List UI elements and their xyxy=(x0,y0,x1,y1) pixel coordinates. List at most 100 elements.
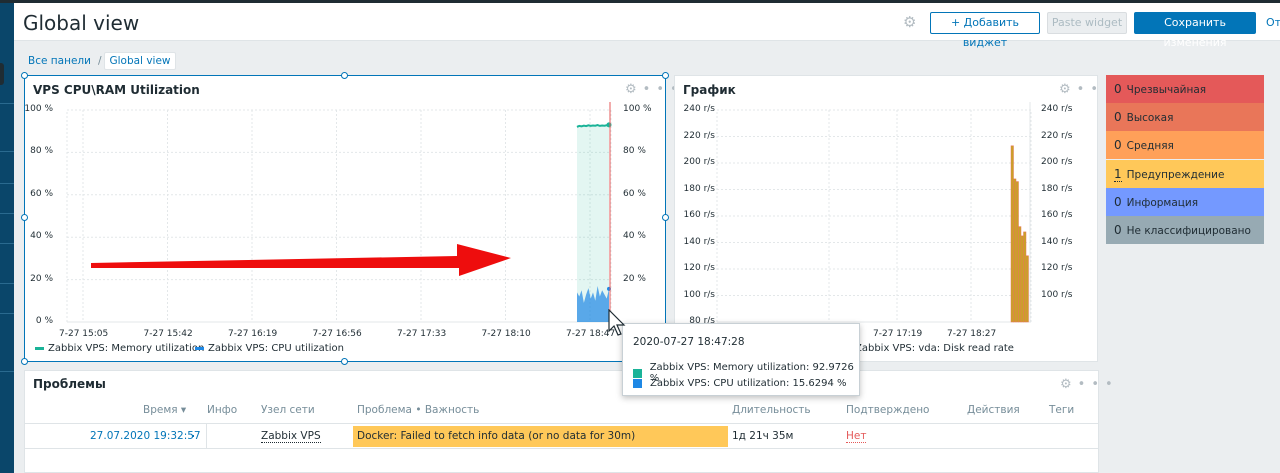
chart-tooltip: 2020-07-27 18:47:28 Zabbix VPS: Memory u… xyxy=(622,323,860,396)
y-tick-label: 220 r/s xyxy=(683,130,715,141)
severity-count[interactable]: 1 xyxy=(1114,166,1122,182)
page-header: Global view ⚙ + Добавить виджет Paste wi… xyxy=(14,3,1280,49)
column-host: Узел сети xyxy=(261,404,315,416)
disk-read-bar xyxy=(1020,235,1024,323)
cpu-ram-chart xyxy=(66,102,612,323)
disk-read-chart xyxy=(716,102,1032,323)
severity-row[interactable]: 0 Высокая xyxy=(1106,103,1264,132)
tooltip-swatch xyxy=(633,379,642,388)
column-ack: Подтверждено xyxy=(846,404,930,416)
breadcrumb-all-dashboards[interactable]: Все панели xyxy=(24,53,95,69)
severity-label: Чрезвычайная xyxy=(1126,84,1207,96)
problem-host[interactable]: Zabbix VPS xyxy=(261,430,321,443)
widget-problems[interactable]: Проблемы ⚙••• Время ▾ Инфо Узел сети Про… xyxy=(24,370,1113,473)
y-right-tick-label: 160 r/s xyxy=(1041,210,1073,220)
disk-read-bar xyxy=(1015,181,1019,323)
x-tick-label: 7-27 15:05 xyxy=(59,329,109,339)
widget-menu[interactable]: ⚙••• xyxy=(1060,377,1119,392)
gear-icon[interactable]: ⚙ xyxy=(1060,377,1078,392)
y-right-tick-label: 220 r/s xyxy=(1041,130,1073,141)
column-info: Инфо xyxy=(207,404,238,416)
resize-handle[interactable] xyxy=(341,72,348,79)
resize-handle[interactable] xyxy=(662,214,669,221)
legend-disk-read: Zabbix VPS: vda: Disk read rate xyxy=(855,343,1014,354)
y-right-tick-label: 140 r/s xyxy=(1041,236,1073,247)
column-actions: Действия xyxy=(967,404,1020,416)
severity-row[interactable]: 0 Информация xyxy=(1106,187,1264,216)
legend-swatch xyxy=(35,347,44,350)
resize-handle[interactable] xyxy=(341,358,348,365)
plot-area xyxy=(66,109,612,323)
y-tick-label: 80 % xyxy=(30,146,53,157)
severity-row[interactable]: 0 Чрезвычайная xyxy=(1106,75,1264,103)
legend-swatch xyxy=(195,347,204,350)
mouse-cursor-icon xyxy=(608,309,626,336)
y-right-tick-label: 20 % xyxy=(623,273,646,284)
resize-handle[interactable] xyxy=(21,72,28,79)
save-changes-button[interactable]: Сохранить изменения xyxy=(1134,12,1256,49)
add-widget-button[interactable]: + Добавить виджет xyxy=(930,12,1040,49)
y-tick-label: 40 % xyxy=(30,231,53,242)
disk-read-bar xyxy=(1010,145,1014,323)
tooltip-time: 2020-07-27 18:47:28 xyxy=(633,336,745,348)
sidebar-divider xyxy=(0,371,14,372)
y-right-tick-label: 200 r/s xyxy=(1041,157,1073,167)
red-arrow-annotation xyxy=(91,244,511,276)
resize-handle[interactable] xyxy=(21,358,28,365)
legend-label: Zabbix VPS: Memory utilization xyxy=(48,343,205,354)
sidebar-divider xyxy=(0,213,14,214)
sidebar-divider xyxy=(0,183,14,184)
disk-read-bar xyxy=(1023,231,1027,323)
severity-row[interactable]: 0 Средняя xyxy=(1106,131,1264,160)
more-icon[interactable]: ••• xyxy=(1078,377,1119,392)
page-title: Global view xyxy=(23,11,140,35)
severity-count: 0 xyxy=(1114,194,1122,209)
sidebar-toggle[interactable] xyxy=(0,63,4,85)
y-tick-label: 100 r/s xyxy=(683,289,715,300)
severity-label: Информация xyxy=(1126,196,1199,209)
problem-description[interactable]: Docker: Failed to fetch info data (or no… xyxy=(353,426,728,447)
widget-problems-by-severity: 0 Чрезвычайная 0 Высокая 0 Средняя 1 Предупрежд… xyxy=(1106,75,1264,244)
sidebar-divider xyxy=(0,151,14,152)
sidebar-divider xyxy=(0,313,14,314)
y-right-tick-label: 40 % xyxy=(623,231,646,242)
y-tick-label: 0 % xyxy=(35,316,53,326)
severity-row[interactable]: 0 Не классифицировано xyxy=(1106,216,1264,244)
legend-label: Zabbix VPS: vda: Disk read rate xyxy=(855,343,1014,354)
severity-label: Средняя xyxy=(1126,140,1174,153)
x-tick-label: 7-27 16:56 xyxy=(312,329,362,339)
sidebar-divider xyxy=(0,283,14,284)
table-row: 27.07.2020 19:32:57 Zabbix VPS Docker: F… xyxy=(25,423,1098,449)
breadcrumb-current[interactable]: Global view xyxy=(104,52,176,70)
x-tick-label: 7-27 16:19 xyxy=(228,329,278,339)
column-time[interactable]: Время ▾ xyxy=(143,404,186,416)
disk-read-bar xyxy=(1025,255,1029,323)
resize-handle[interactable] xyxy=(662,72,669,79)
y-tick-label: 180 r/s xyxy=(683,183,715,194)
tooltip-swatch xyxy=(633,368,642,378)
widget-title: Проблемы xyxy=(33,377,106,391)
y-tick-label: 20 % xyxy=(30,273,53,284)
cancel-link[interactable]: От xyxy=(1266,16,1280,29)
y-right-tick-label: 120 r/s xyxy=(1041,263,1073,273)
problem-ack[interactable]: Нет xyxy=(846,430,867,443)
problem-time[interactable]: 27.07.2020 19:32:57 xyxy=(90,430,201,442)
column-problem: Проблема • Важность xyxy=(357,404,480,416)
problem-duration: 1д 21ч 35м xyxy=(732,430,794,442)
x-tick-label: 7-27 18:10 xyxy=(481,329,531,339)
severity-count: 0 xyxy=(1114,223,1122,237)
resize-handle[interactable] xyxy=(21,214,28,221)
legend-memory: Zabbix VPS: Memory utilization xyxy=(35,343,204,354)
paste-widget-button[interactable]: Paste widget xyxy=(1047,12,1127,34)
gear-icon[interactable]: ⚙ xyxy=(903,15,916,30)
breadcrumb: Все панели / Global view xyxy=(24,51,176,71)
widget-cpu-ram[interactable]: VPS CPU\RAM Utilization ⚙••• 100 % 80 % 60… xyxy=(24,75,678,362)
severity-row[interactable]: 1 Предупреждение xyxy=(1106,159,1264,188)
tooltip-text: Zabbix VPS: CPU utilization: 15.6294 % xyxy=(650,378,847,389)
y-right-tick-label: 180 r/s xyxy=(1041,183,1073,194)
y-tick-label: 60 % xyxy=(30,188,53,199)
y-tick-label: 200 r/s xyxy=(683,157,715,167)
x-tick-label: 7-27 17:33 xyxy=(397,329,447,339)
y-tick-label: 240 r/s xyxy=(683,104,715,114)
widget-graph[interactable]: График ⚙••• 240 r/s 220 r/s 200 r/s 180 r/s… xyxy=(674,75,1112,362)
